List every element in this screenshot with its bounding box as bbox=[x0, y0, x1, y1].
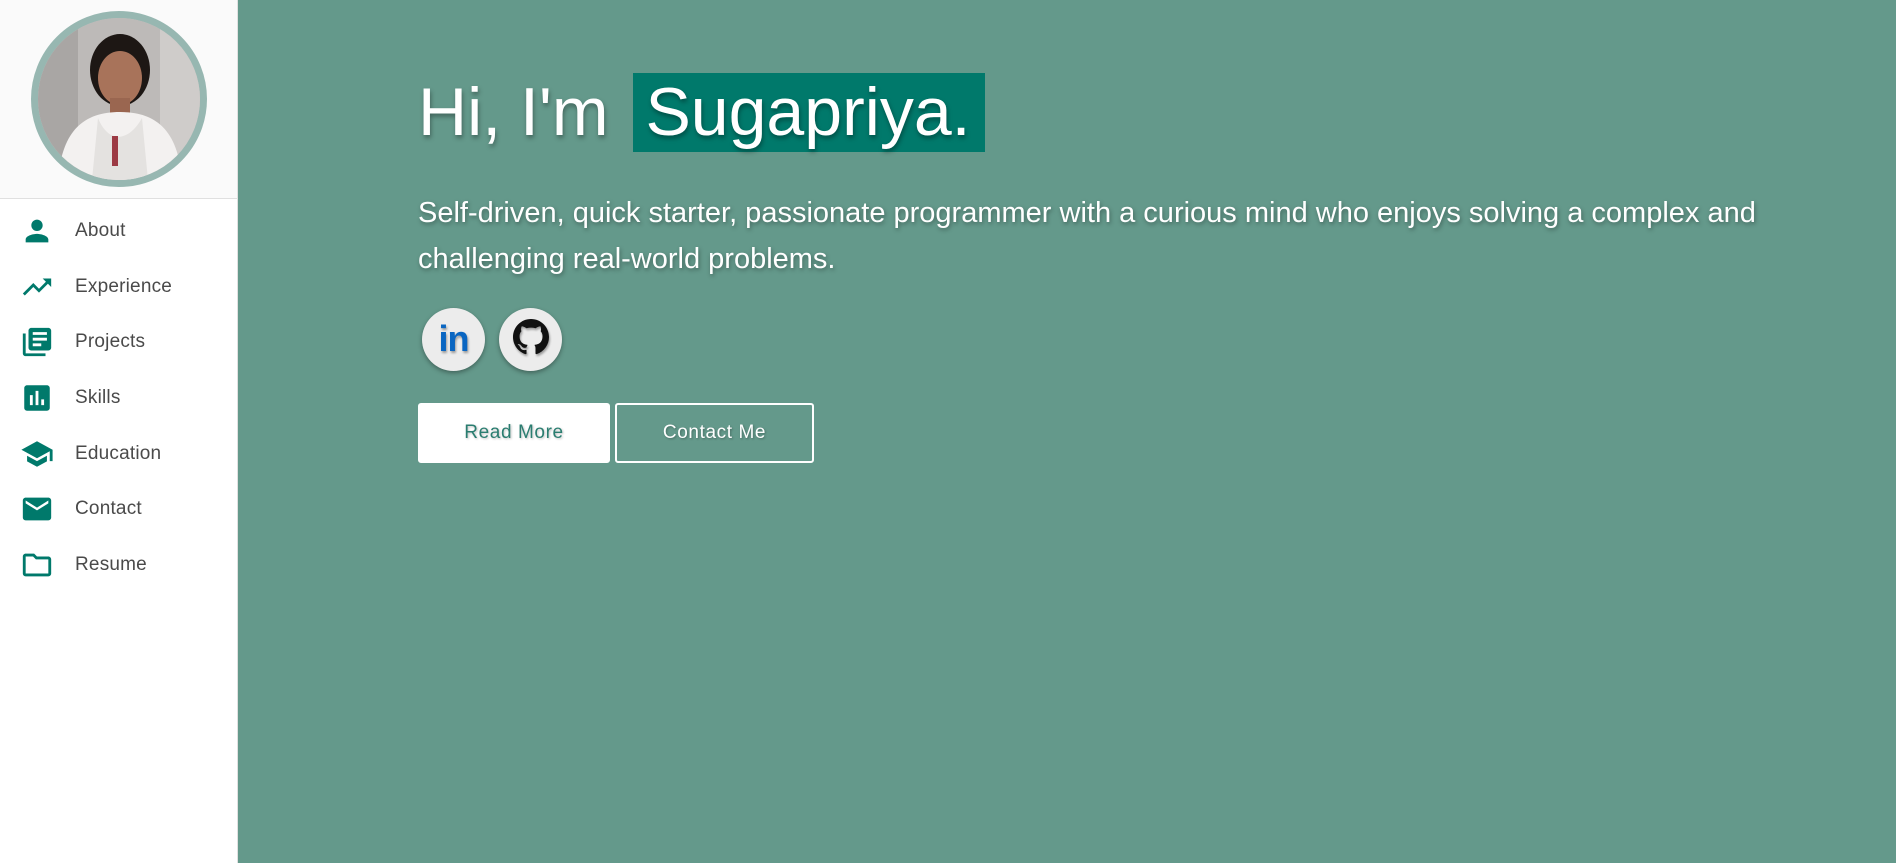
read-more-button[interactable]: Read More bbox=[418, 402, 610, 463]
linkedin-link[interactable]: in bbox=[422, 307, 485, 371]
github-icon bbox=[512, 318, 549, 360]
school-icon bbox=[20, 437, 54, 471]
sidebar-item-experience[interactable]: Experience bbox=[0, 259, 237, 315]
app-root: About Experience Projects Skills Educati… bbox=[0, 0, 1896, 863]
sidebar-item-label: About bbox=[75, 219, 126, 241]
name-highlight: Sugapriya. bbox=[633, 73, 985, 152]
sidebar-item-label: Projects bbox=[75, 331, 146, 353]
sidebar-item-label: Skills bbox=[75, 386, 121, 408]
main-content: Hi, I'm Sugapriya. Self-driven, quick st… bbox=[238, 0, 1896, 863]
greeting-prefix: Hi, I'm bbox=[418, 74, 609, 150]
tagline: Self-driven, quick starter, passionate p… bbox=[418, 196, 1756, 275]
sidebar-nav: About Experience Projects Skills Educati… bbox=[0, 199, 237, 593]
sidebar-item-resume[interactable]: Resume bbox=[0, 537, 237, 593]
page-title: Hi, I'm Sugapriya. bbox=[418, 72, 1798, 154]
sidebar-item-label: Experience bbox=[75, 275, 173, 297]
contact-me-button[interactable]: Contact Me bbox=[615, 402, 814, 463]
avatar bbox=[30, 11, 207, 187]
bar-chart-icon bbox=[20, 381, 54, 415]
sidebar-item-education[interactable]: Education bbox=[0, 426, 237, 482]
profile-header bbox=[0, 0, 237, 199]
github-link[interactable] bbox=[499, 307, 562, 371]
sidebar-item-label: Contact bbox=[75, 498, 142, 520]
sidebar-item-label: Education bbox=[75, 442, 162, 464]
sidebar-item-projects[interactable]: Projects bbox=[0, 314, 237, 370]
sidebar-item-label: Resume bbox=[75, 553, 147, 575]
hero-buttons: Read More Contact Me bbox=[418, 402, 1798, 463]
person-icon bbox=[20, 214, 54, 248]
mail-icon bbox=[20, 492, 54, 526]
sidebar-item-about[interactable]: About bbox=[0, 203, 237, 259]
sidebar: About Experience Projects Skills Educati… bbox=[0, 0, 238, 863]
library-books-icon bbox=[20, 325, 54, 359]
social-links: in bbox=[418, 307, 1798, 371]
folder-icon bbox=[20, 548, 54, 582]
profile-photo bbox=[37, 18, 200, 180]
trending-up-icon bbox=[20, 270, 54, 304]
hero-section: Hi, I'm Sugapriya. Self-driven, quick st… bbox=[418, 72, 1798, 463]
sidebar-item-contact[interactable]: Contact bbox=[0, 481, 237, 537]
linkedin-icon: in bbox=[438, 318, 470, 360]
sidebar-item-skills[interactable]: Skills bbox=[0, 370, 237, 426]
